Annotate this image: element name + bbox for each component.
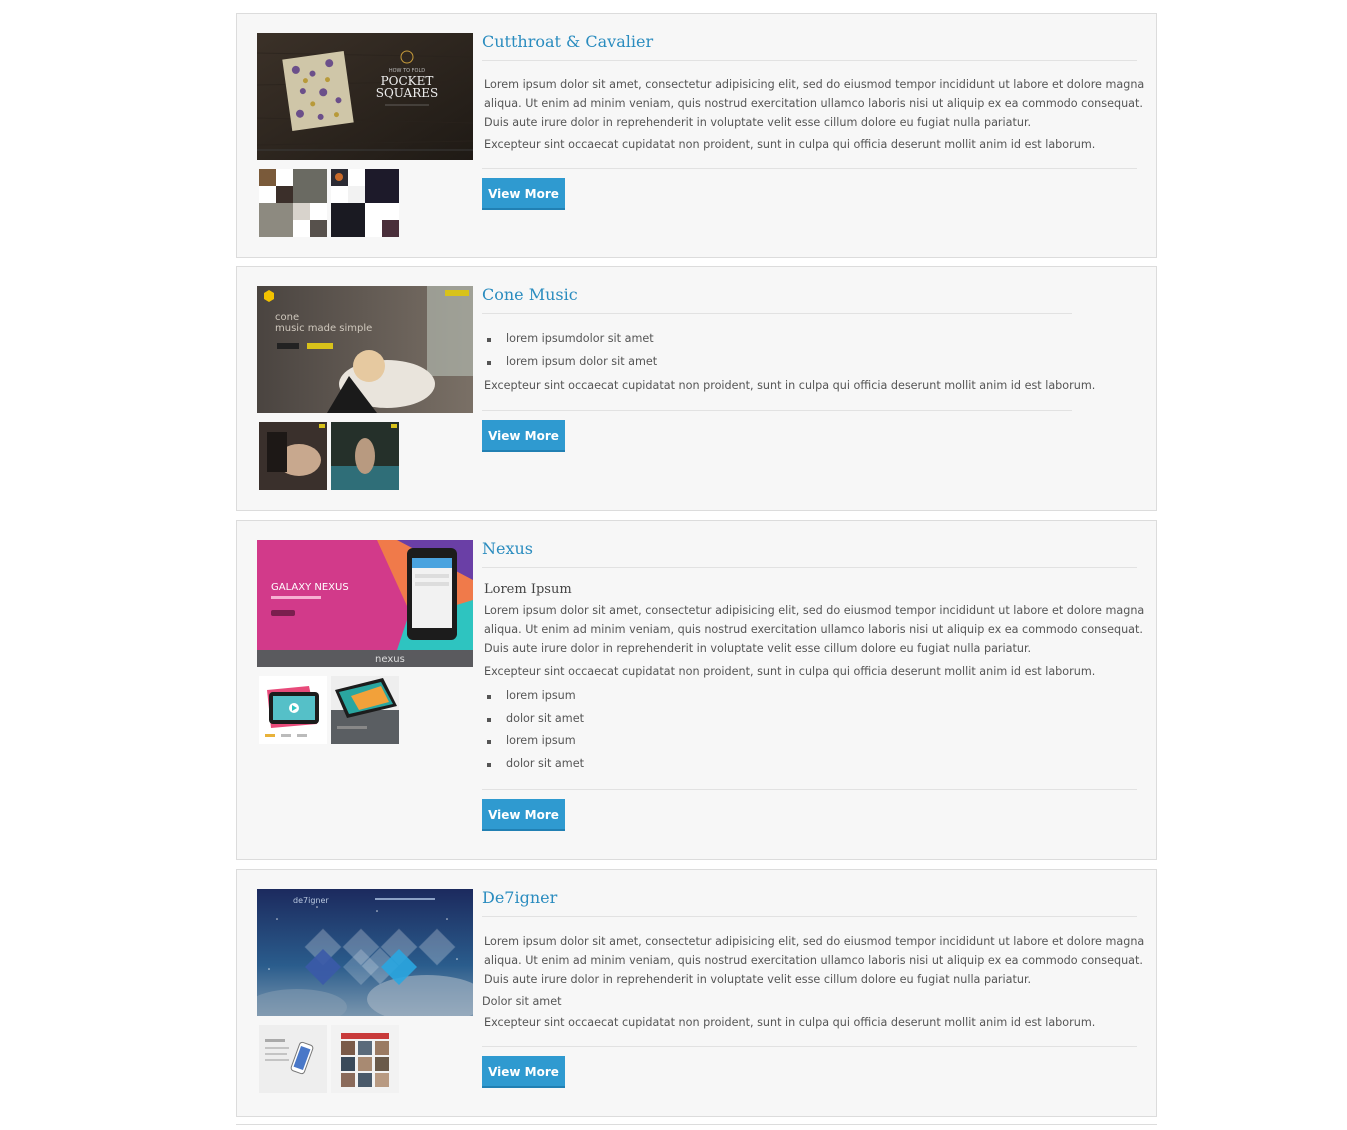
content-divider xyxy=(482,789,1137,790)
list-item: lorem ipsum dolor sit amet xyxy=(484,351,657,374)
project-thumbnail[interactable] xyxy=(259,169,327,237)
project-thumbnail[interactable] xyxy=(331,1025,399,1093)
project-card: HOW TO FOLD POCKET SQUARES Cutthroat & C… xyxy=(236,13,1157,258)
project-thumbnails xyxy=(259,1025,399,1093)
title-divider xyxy=(482,567,1137,568)
hero-logo-text: de7igner xyxy=(293,896,329,905)
content-divider xyxy=(482,410,1072,411)
list-item: lorem ipsum xyxy=(484,685,584,708)
project-description-extra: Excepteur sint occaecat cupidatat non pr… xyxy=(484,665,1096,678)
list-item: dolor sit amet xyxy=(484,708,584,731)
project-thumbnail[interactable] xyxy=(259,422,327,490)
project-media: de7igner xyxy=(257,889,473,1093)
project-media: GALAXY NEXUS nexus xyxy=(257,540,473,744)
list-item: lorem ipsumdolor sit amet xyxy=(484,328,657,351)
hero-tagline: music made simple xyxy=(275,323,372,334)
view-more-button[interactable]: View More xyxy=(482,178,565,210)
project-title[interactable]: Nexus xyxy=(482,539,533,558)
list-item: lorem ipsum xyxy=(484,730,584,753)
project-card: de7igner De7igner Lorem ipsum dolor sit … xyxy=(236,869,1157,1117)
hero-logo-text: cone xyxy=(275,312,299,323)
project-thumbnail[interactable] xyxy=(331,169,399,237)
project-thumbnails xyxy=(259,169,399,237)
hero-headline: GALAXY NEXUS xyxy=(271,582,349,593)
feature-list: lorem ipsum dolor sit amet lorem ipsum d… xyxy=(484,685,584,776)
project-title[interactable]: Cutthroat & Cavalier xyxy=(482,32,653,51)
content-divider xyxy=(482,168,1137,169)
content-divider xyxy=(482,1046,1137,1047)
project-description: Lorem ipsum dolor sit amet, consectetur … xyxy=(484,935,1145,986)
project-title[interactable]: De7igner xyxy=(482,888,557,907)
project-description: Lorem ipsum dolor sit amet, consectetur … xyxy=(484,604,1145,655)
project-note: Dolor sit amet xyxy=(482,995,562,1008)
project-hero-image[interactable]: de7igner xyxy=(257,889,473,1016)
project-card: GALAXY NEXUS nexus Nexus Lorem Ipsum Lor… xyxy=(236,520,1157,860)
view-more-button[interactable]: View More xyxy=(482,799,565,831)
title-divider xyxy=(482,313,1072,314)
feature-list: lorem ipsumdolor sit amet lorem ipsum do… xyxy=(484,328,657,373)
list-item: dolor sit amet xyxy=(484,753,584,776)
project-description: Lorem ipsum dolor sit amet, consectetur … xyxy=(484,78,1145,129)
hero-headline-2: SQUARES xyxy=(376,86,438,100)
title-divider xyxy=(482,916,1137,917)
project-description-extra: Excepteur sint occaecat cupidatat non pr… xyxy=(484,138,1096,151)
project-hero-image[interactable]: HOW TO FOLD POCKET SQUARES xyxy=(257,33,473,160)
title-divider xyxy=(482,60,1137,61)
view-more-button[interactable]: View More xyxy=(482,420,565,452)
project-description-extra: Excepteur sint occaecat cupidatat non pr… xyxy=(484,1016,1096,1029)
view-more-button[interactable]: View More xyxy=(482,1056,565,1088)
project-subheading: Lorem Ipsum xyxy=(484,582,572,597)
project-hero-image[interactable]: cone music made simple xyxy=(257,286,473,413)
project-thumbnail[interactable] xyxy=(331,676,399,744)
hero-brand: nexus xyxy=(375,654,405,665)
project-thumbnail[interactable] xyxy=(259,676,327,744)
project-description: Excepteur sint occaecat cupidatat non pr… xyxy=(484,379,1096,392)
project-hero-image[interactable]: GALAXY NEXUS nexus xyxy=(257,540,473,667)
project-media: cone music made simple xyxy=(257,286,473,490)
project-card: cone music made simple Cone Music lorem … xyxy=(236,266,1157,511)
project-thumbnails xyxy=(259,676,399,744)
project-media: HOW TO FOLD POCKET SQUARES xyxy=(257,33,473,237)
next-card-edge xyxy=(236,1124,1157,1125)
project-thumbnails xyxy=(259,422,399,490)
project-thumbnail[interactable] xyxy=(259,1025,327,1093)
project-thumbnail[interactable] xyxy=(331,422,399,490)
project-title[interactable]: Cone Music xyxy=(482,285,578,304)
